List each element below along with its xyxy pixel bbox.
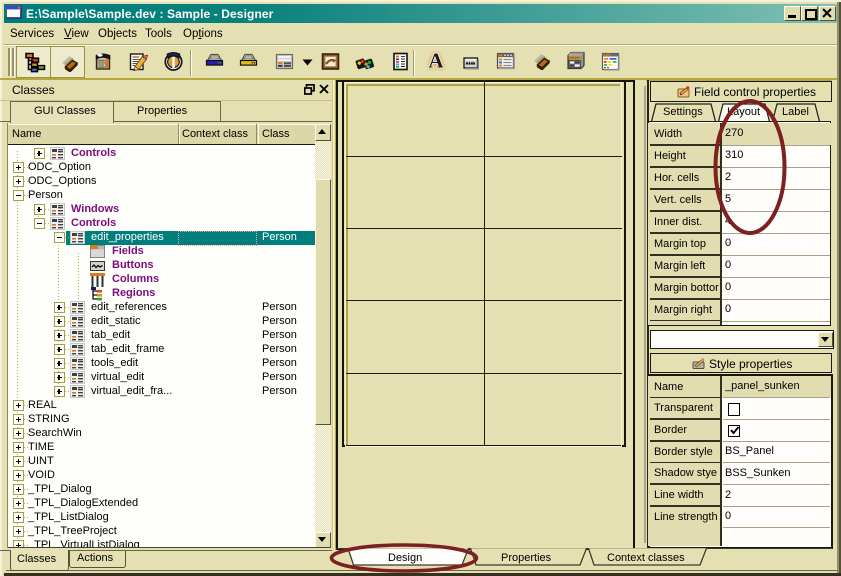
svg-text:A: A <box>428 51 444 71</box>
